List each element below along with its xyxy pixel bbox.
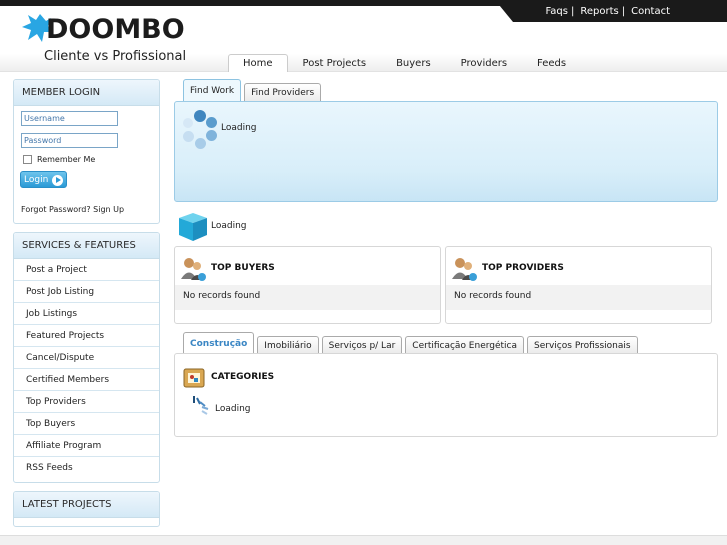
service-featured-projects[interactable]: Featured Projects bbox=[14, 325, 159, 347]
nav-home[interactable]: Home bbox=[228, 54, 288, 72]
providers-people-icon bbox=[452, 258, 477, 281]
top-link-separator: | bbox=[621, 5, 626, 17]
category-tabs: Construção Imobiliário Serviços p/ Lar C… bbox=[183, 332, 641, 354]
member-login-box: MEMBER LOGIN Remember Me Login Forgot Pa… bbox=[13, 79, 160, 224]
tab-servicos-profissionais[interactable]: Serviços Profissionais bbox=[527, 336, 638, 354]
service-rss-feeds[interactable]: RSS Feeds bbox=[14, 457, 159, 479]
top-link-separator: | bbox=[570, 5, 575, 17]
faqs-link[interactable]: Faqs bbox=[545, 6, 568, 17]
forgot-signup-row: Forgot Password? Sign Up bbox=[21, 205, 124, 214]
forgot-password-link[interactable]: Forgot Password? bbox=[21, 205, 91, 214]
service-top-buyers[interactable]: Top Buyers bbox=[14, 413, 159, 435]
nav-feeds[interactable]: Feeds bbox=[522, 54, 581, 72]
member-login-heading: MEMBER LOGIN bbox=[14, 80, 159, 106]
latest-projects-heading: LATEST PROJECTS bbox=[14, 492, 159, 518]
categories-loading-text: Loading bbox=[215, 404, 251, 414]
categories-panel: CATEGORIES Loading bbox=[174, 353, 718, 437]
services-heading: SERVICES & FEATURES bbox=[14, 233, 159, 259]
login-button-label: Login bbox=[24, 174, 49, 185]
nav-post-projects[interactable]: Post Projects bbox=[288, 54, 382, 72]
service-top-providers[interactable]: Top Providers bbox=[14, 391, 159, 413]
top-buyers-panel: TOP BUYERS No records found bbox=[174, 246, 441, 324]
sign-up-link[interactable]: Sign Up bbox=[93, 205, 124, 214]
top-providers-empty-text: No records found bbox=[454, 291, 532, 301]
cube-loading-text: Loading bbox=[211, 221, 247, 231]
service-affiliate-program[interactable]: Affiliate Program bbox=[14, 435, 159, 457]
nav-providers[interactable]: Providers bbox=[446, 54, 522, 72]
service-cancel-dispute[interactable]: Cancel/Dispute bbox=[14, 347, 159, 369]
loading-spinner-icon bbox=[183, 110, 219, 150]
find-work-panel: Loading bbox=[174, 101, 718, 202]
categories-folder-icon bbox=[183, 368, 205, 388]
top-providers-title: TOP PROVIDERS bbox=[482, 263, 564, 273]
latest-projects-box: LATEST PROJECTS bbox=[13, 491, 160, 527]
logo-wordmark: DOOMBO bbox=[46, 14, 185, 45]
tab-imobiliario[interactable]: Imobiliário bbox=[257, 336, 319, 354]
username-input[interactable] bbox=[21, 111, 118, 126]
top-buyers-title: TOP BUYERS bbox=[211, 263, 275, 273]
logo-subtitle: Cliente vs Profissional bbox=[44, 49, 187, 64]
tab-find-work[interactable]: Find Work bbox=[183, 79, 242, 102]
service-post-a-project[interactable]: Post a Project bbox=[14, 259, 159, 281]
work-tabs: Find Work Find Providers bbox=[183, 79, 324, 102]
tab-certificacao-energetica[interactable]: Certificação Energética bbox=[405, 336, 525, 354]
nav-buyers[interactable]: Buyers bbox=[381, 54, 446, 72]
categories-title: CATEGORIES bbox=[211, 372, 275, 382]
tab-construcao[interactable]: Construção bbox=[183, 332, 255, 354]
footer-strip bbox=[0, 535, 727, 545]
buyers-people-icon bbox=[181, 258, 206, 281]
loading-spinner-icon bbox=[193, 396, 209, 415]
services-features-box: SERVICES & FEATURES Post a Project Post … bbox=[13, 232, 160, 483]
reports-link[interactable]: Reports bbox=[580, 6, 618, 17]
password-input[interactable] bbox=[21, 133, 118, 148]
service-post-job-listing[interactable]: Post Job Listing bbox=[14, 281, 159, 303]
top-links-bar: Faqs | Reports | Contact bbox=[495, 0, 727, 22]
site-logo[interactable]: DOOMBO Cliente vs Profissional bbox=[22, 12, 192, 68]
remember-me-checkbox[interactable] bbox=[23, 155, 32, 164]
login-button[interactable]: Login bbox=[20, 171, 67, 188]
find-work-loading-text: Loading bbox=[221, 123, 257, 133]
service-certified-members[interactable]: Certified Members bbox=[14, 369, 159, 391]
top-providers-panel: TOP PROVIDERS No records found bbox=[445, 246, 712, 324]
tab-servicos-lar[interactable]: Serviços p/ Lar bbox=[321, 336, 403, 354]
top-buyers-empty-text: No records found bbox=[183, 291, 261, 301]
remember-me-label: Remember Me bbox=[37, 155, 96, 164]
contact-link[interactable]: Contact bbox=[631, 6, 670, 17]
remember-me-row[interactable]: Remember Me bbox=[23, 155, 95, 164]
site-header: Faqs | Reports | Contact DOOMBO Cliente … bbox=[0, 0, 727, 72]
service-job-listings[interactable]: Job Listings bbox=[14, 303, 159, 325]
tab-find-providers[interactable]: Find Providers bbox=[244, 83, 322, 102]
arrow-right-icon bbox=[52, 175, 63, 186]
cube-loading-icon bbox=[179, 213, 207, 241]
main-nav: Home Post Projects Buyers Providers Feed… bbox=[228, 54, 581, 72]
